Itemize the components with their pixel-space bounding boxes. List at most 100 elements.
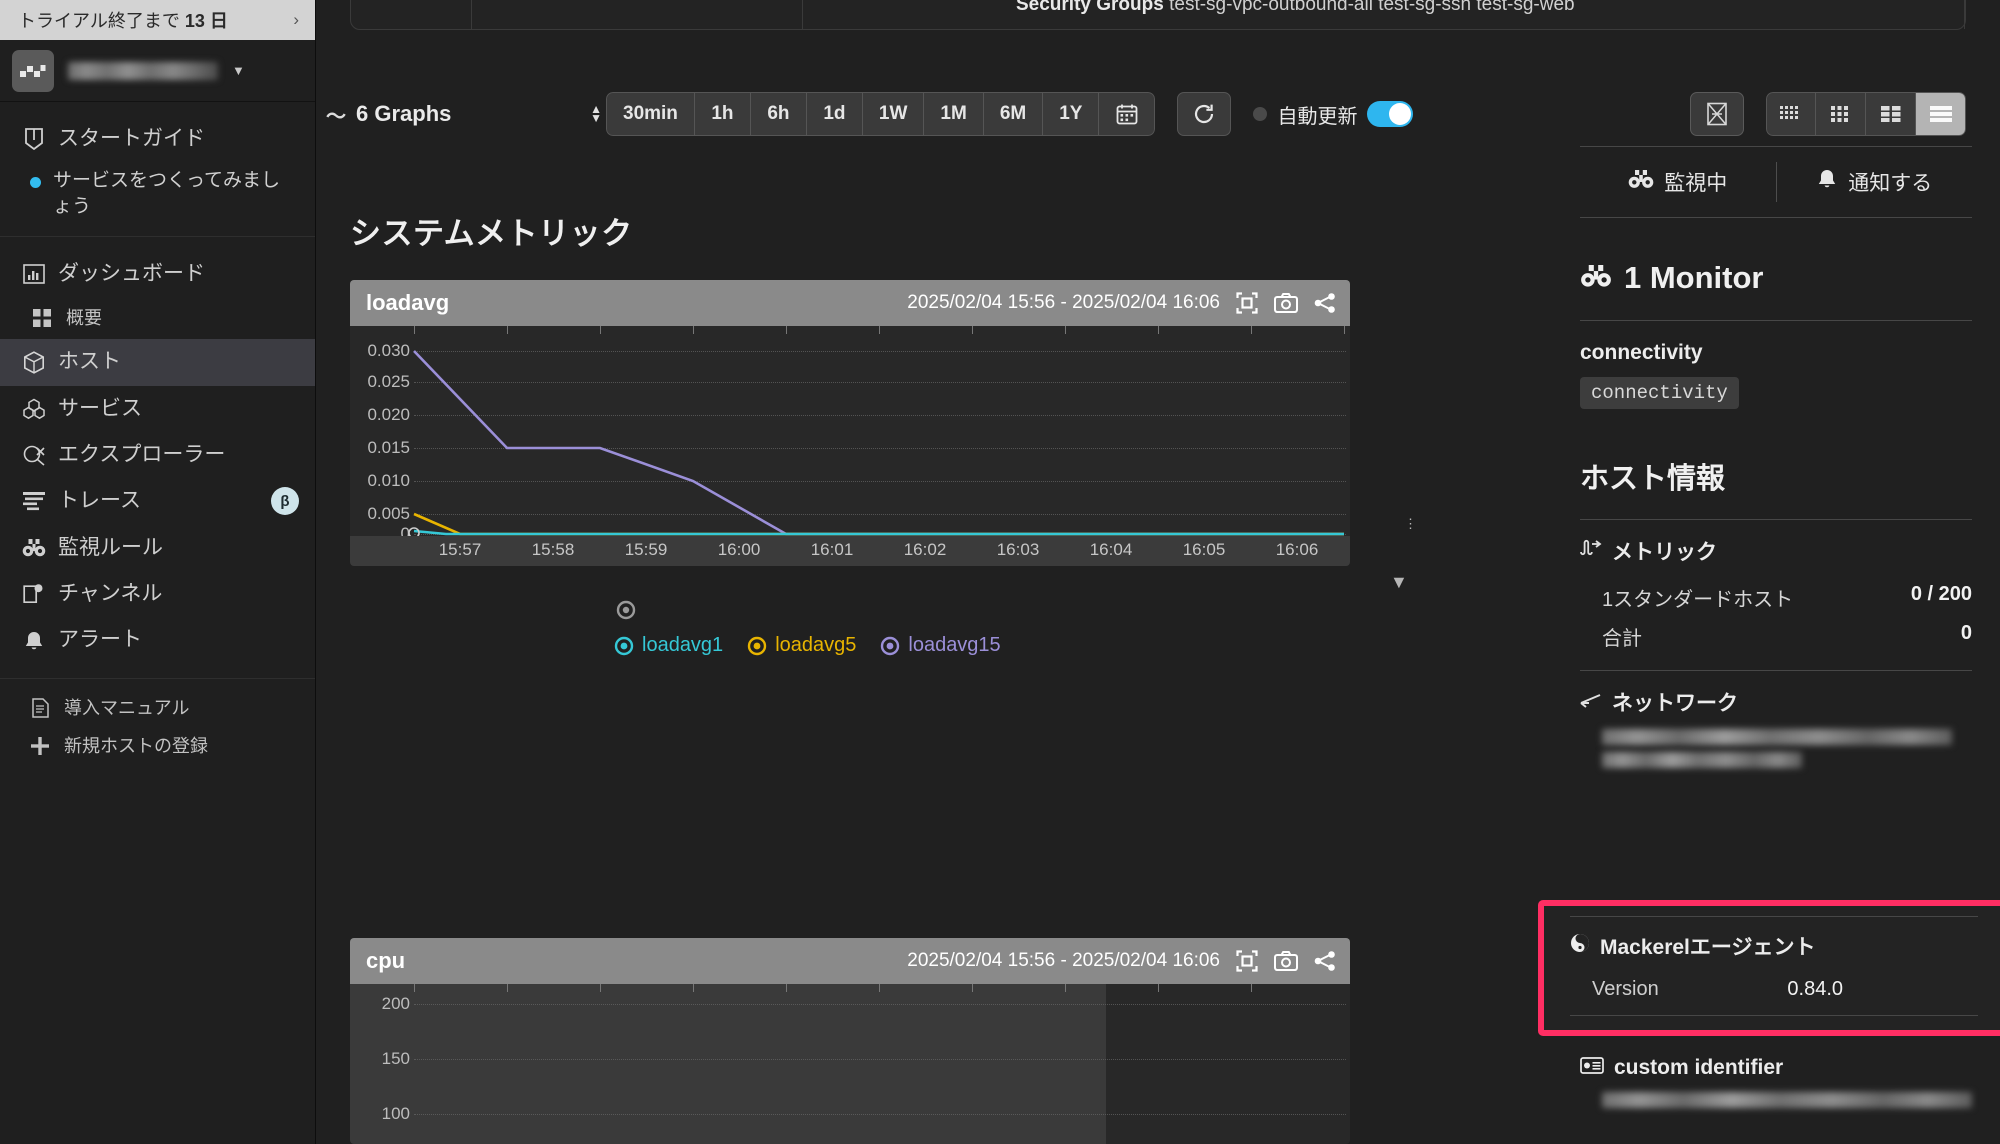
chevron-down-icon: ▼: [232, 63, 245, 78]
auto-update-toggle[interactable]: [1367, 101, 1414, 127]
graph-title: cpu: [366, 948, 406, 973]
fullscreen-icon[interactable]: [1236, 292, 1258, 314]
security-groups-label: Security Groups: [1016, 0, 1164, 15]
sidebar-item-manual[interactable]: 導入マニュアル: [0, 689, 315, 727]
range-6h[interactable]: 6h: [750, 92, 807, 136]
x-tick: 15:59: [624, 540, 668, 559]
trial-banner[interactable]: トライアル終了まで 13 日 ›: [0, 0, 315, 40]
x-tick: 16:06: [1275, 540, 1319, 559]
sidebar-item-add-host[interactable]: 新規ホストの登録: [0, 727, 315, 765]
auto-update-control[interactable]: 自動更新: [1253, 100, 1414, 129]
beta-badge: β: [271, 487, 299, 516]
sidebar-item-start-guide[interactable]: スタートガイド: [0, 116, 315, 162]
sidebar-item-alerts[interactable]: アラート: [0, 617, 315, 663]
sidebar-item-services[interactable]: サービス: [0, 386, 315, 432]
sidebar-item-overview[interactable]: 概要: [0, 297, 315, 339]
legend-item-loadavg5[interactable]: loadavg5: [747, 634, 856, 657]
network-icon: [1580, 690, 1602, 714]
custom-identifier-label: custom identifier: [1614, 1056, 1784, 1079]
plot-shaded-region: [350, 984, 1106, 1144]
legend-label: loadavg1: [642, 634, 724, 656]
x-tick: 16:05: [1182, 540, 1226, 559]
legend-item-loadavg15[interactable]: loadavg15: [880, 634, 1001, 657]
range-1h[interactable]: 1h: [694, 92, 751, 136]
notify-button[interactable]: 通知する: [1777, 167, 1973, 197]
cube-icon: [22, 350, 46, 374]
mackerel-agent-highlight: Mackerelエージェント Version 0.84.0: [1538, 900, 2000, 1036]
security-groups-value: test-sg-vpc-outbound-all test-sg-ssh tes…: [1169, 0, 1575, 15]
services-icon: [22, 397, 46, 421]
graph-plot-cpu[interactable]: 200 150 100: [350, 984, 1350, 1144]
share-icon[interactable]: [1314, 951, 1336, 971]
sidebar-item-label: ダッシュボード: [58, 261, 205, 285]
range-1w[interactable]: 1W: [862, 92, 925, 136]
monitor-type-chip[interactable]: connectivity: [1580, 377, 1739, 409]
sidebar-item-label: スタートガイド: [58, 127, 205, 150]
document-icon: [28, 696, 52, 720]
monitor-name: connectivity: [1580, 341, 1703, 364]
sidebar-item-channels[interactable]: チャンネル: [0, 571, 315, 617]
auto-update-label: 自動更新: [1277, 105, 1358, 128]
sidebar-item-label: 監視ルール: [58, 535, 163, 559]
camera-icon[interactable]: [1274, 951, 1298, 971]
nav-group-footer: 導入マニュアル 新規ホストの登録: [0, 677, 315, 766]
sidebar-item-monitor-rules[interactable]: 監視ルール: [0, 525, 315, 571]
series-loadavg5: [413, 512, 1344, 536]
calendar-icon[interactable]: [1099, 92, 1156, 136]
graph-card-cpu: cpu 2025/02/04 15:56 - 2025/02/04 16:06: [350, 938, 1350, 1144]
right-panel: 監視中 通知する 1 Monitor connectivity connecti…: [1538, 0, 2000, 1144]
graph-count-label: 6 Graphs: [356, 101, 452, 126]
sidebar-item-label: サービス: [58, 396, 142, 420]
expand-caret-icon[interactable]: ▼: [1390, 572, 1408, 593]
range-30min[interactable]: 30min: [606, 92, 695, 136]
graph-plot-loadavg[interactable]: 0.030 0.025 0.020 0.015 0.010 0.005 0 15…: [350, 326, 1350, 566]
graph-actions: [1236, 950, 1336, 972]
metric-section-label: メトリック: [1612, 541, 1717, 564]
metric-row-value: 0: [1960, 622, 1972, 644]
x-tick: 16:04: [1089, 540, 1133, 559]
range-1m[interactable]: 1M: [924, 92, 984, 136]
legend-item-loadavg1[interactable]: loadavg1: [614, 634, 723, 657]
series-loadavg1: [413, 529, 1344, 536]
time-range-group: 30min 1h 6h 1d 1W 1M 6M 1Y: [606, 92, 1156, 136]
graph-title: loadavg: [366, 290, 450, 315]
metric-row-total: 合計 0: [1580, 617, 1972, 656]
network-value-redacted: [1602, 752, 1802, 768]
x-tick: 15:57: [438, 540, 482, 559]
refresh-icon[interactable]: [1177, 92, 1232, 136]
sidebar-item-hosts[interactable]: ホスト: [0, 339, 315, 386]
monitor-count-title: 1 Monitor: [1580, 260, 1972, 296]
x-axis-loadavg: 15:57 15:58 15:59 16:00 16:01 16:02 16:0…: [350, 536, 1350, 566]
org-switcher[interactable]: ▼: [0, 40, 315, 102]
app-root: トライアル終了まで 13 日 › ▼ スタートガイド サービスをつくってみましょ…: [0, 0, 2000, 1144]
channel-icon: [22, 582, 46, 606]
host-info-title: ホスト情報: [1580, 463, 1726, 495]
nav-group-main: ダッシュボード 概要 ホスト サービス エクスプローラー トレース β 監視ルー…: [0, 235, 315, 674]
graph-actions: [1236, 292, 1336, 314]
x-tick: 15:58: [531, 540, 575, 559]
graph-count-select[interactable]: 〜 6 Graphs ▲ ▼: [326, 92, 606, 136]
agent-version-row: Version 0.84.0: [1570, 973, 1978, 1015]
page-title: システムメトリック: [350, 216, 633, 251]
range-6m[interactable]: 6M: [983, 92, 1044, 136]
sidebar-guide-item-0[interactable]: サービスをつくってみましょう: [0, 162, 315, 225]
legend-marker-icon: [747, 636, 767, 655]
metric-section-title: メトリック: [1580, 536, 1972, 566]
host-actions: 監視中 通知する: [1580, 147, 1972, 217]
share-icon[interactable]: [1314, 293, 1336, 313]
sidebar-item-trace[interactable]: トレース β: [0, 478, 315, 524]
sidebar-item-dashboard[interactable]: ダッシュボード: [0, 251, 315, 297]
fullscreen-icon[interactable]: [1236, 950, 1258, 972]
metric-row-value: 0 / 200: [1910, 583, 1972, 605]
camera-icon[interactable]: [1274, 293, 1298, 313]
sidebar-item-label: 新規ホストの登録: [64, 735, 208, 756]
status-dot-icon: [1253, 107, 1268, 121]
sidebar-item-explorer[interactable]: エクスプローラー: [0, 432, 315, 478]
custom-identifier-value-redacted: [1602, 1092, 1972, 1108]
monitoring-status-button[interactable]: 監視中: [1580, 167, 1776, 197]
x-tick: 16:03: [996, 540, 1040, 559]
range-1d[interactable]: 1d: [806, 92, 863, 136]
sidebar-item-label: アラート: [58, 628, 142, 652]
range-1y[interactable]: 1Y: [1043, 92, 1100, 136]
series-select-all-radio[interactable]: [616, 600, 636, 625]
